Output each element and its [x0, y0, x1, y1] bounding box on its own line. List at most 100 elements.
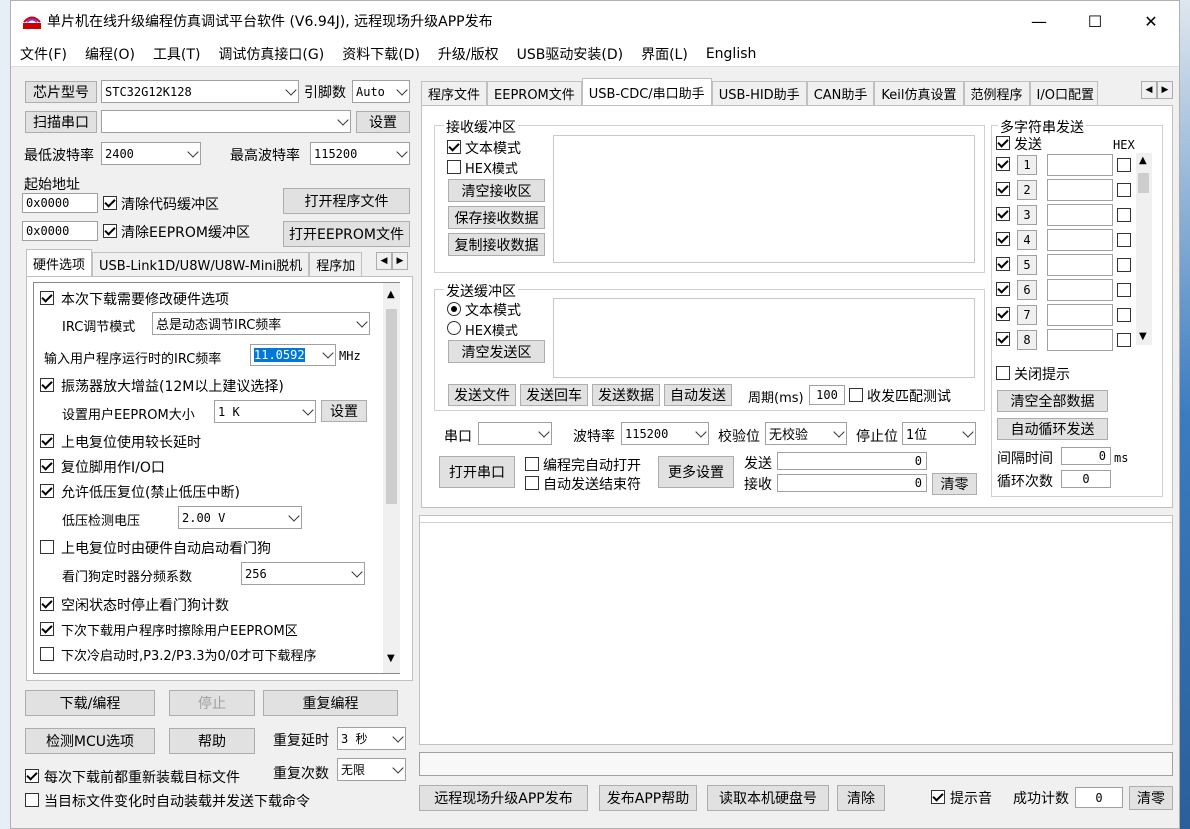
interval-input[interactable]: 0 — [1061, 447, 1111, 465]
multi-row-checkbox[interactable] — [996, 307, 1010, 321]
multi-row-input[interactable] — [1047, 204, 1113, 226]
publish-help-button[interactable]: 发布APP帮助 — [599, 785, 697, 811]
tab-left-arrow-icon[interactable]: ◀ — [1141, 81, 1157, 99]
stop-bits-select[interactable]: 1位 — [902, 422, 976, 445]
options-scrollbar[interactable]: ▲ ▼ — [383, 283, 400, 673]
baud-select[interactable]: 115200 — [621, 422, 709, 445]
eeprom-set-button[interactable]: 设置 — [321, 400, 367, 422]
scroll-down-icon[interactable]: ▼ — [1139, 331, 1147, 342]
menu-debug[interactable]: 调试仿真接口(G) — [209, 44, 333, 64]
multi-row-hex-checkbox[interactable] — [1117, 258, 1131, 272]
menu-file[interactable]: 文件(F) — [11, 44, 76, 64]
multi-row-checkbox[interactable] — [996, 282, 1010, 296]
multi-row-checkbox[interactable] — [996, 207, 1010, 221]
auto-open-checkbox[interactable] — [525, 457, 539, 471]
addr1-input[interactable]: 0x0000 — [22, 193, 98, 213]
open-port-button[interactable]: 打开串口 — [439, 456, 515, 488]
addr2-input[interactable]: 0x0000 — [22, 221, 98, 241]
auto-send-button[interactable]: 自动发送 — [664, 384, 732, 406]
opt7-checkbox[interactable] — [40, 597, 54, 611]
multi-row-checkbox[interactable] — [996, 332, 1010, 346]
multi-row-hex-checkbox[interactable] — [1117, 333, 1131, 347]
settings-button[interactable]: 设置 — [356, 111, 410, 133]
max-baud-select[interactable]: 115200 — [310, 142, 410, 165]
tab-examples[interactable]: 范例程序 — [963, 81, 1030, 105]
menu-usb-driver[interactable]: USB驱动安装(D) — [508, 44, 632, 64]
repeat-count-select[interactable]: 无限 — [337, 758, 406, 781]
remote-upgrade-button[interactable]: 远程现场升级APP发布 — [419, 785, 588, 811]
clear-eeprom-checkbox[interactable] — [103, 224, 117, 238]
menu-upgrade[interactable]: 升级/版权 — [429, 44, 508, 64]
tab-hardware[interactable]: 硬件选项 — [26, 249, 93, 276]
multi-row-hex-checkbox[interactable] — [1117, 233, 1131, 247]
auto-loop-button[interactable]: 自动循环发送 — [997, 418, 1108, 440]
irc-freq-select[interactable]: 11.0592 — [250, 344, 336, 366]
menu-tools[interactable]: 工具(T) — [144, 44, 209, 64]
multi-scrollbar[interactable]: ▲ ▼ — [1136, 153, 1152, 345]
send-file-button[interactable]: 发送文件 — [448, 384, 516, 406]
eeprom-size-select[interactable]: 1 K — [214, 400, 316, 423]
close-tip-checkbox[interactable] — [996, 366, 1010, 380]
minimize-button[interactable]: — — [1011, 1, 1067, 41]
close-button[interactable]: ✕ — [1123, 1, 1179, 41]
opt3-checkbox[interactable] — [40, 434, 54, 448]
tab-io-config[interactable]: I/O口配置 — [1029, 81, 1098, 105]
opt5-checkbox[interactable] — [40, 484, 54, 498]
read-disk-button[interactable]: 读取本机硬盘号 — [707, 785, 829, 811]
tab-serial-assistant[interactable]: USB-CDC/串口助手 — [581, 78, 712, 105]
send-data-button[interactable]: 发送数据 — [592, 384, 660, 406]
save-recv-button[interactable]: 保存接收数据 — [448, 206, 545, 229]
more-settings-button[interactable]: 更多设置 — [658, 456, 734, 488]
clear-counts-button[interactable]: 清零 — [932, 473, 977, 495]
copy-recv-button[interactable]: 复制接收数据 — [448, 233, 545, 256]
auto-load-checkbox[interactable] — [25, 793, 39, 807]
send-text-mode-radio[interactable] — [447, 302, 461, 316]
multi-row-hex-checkbox[interactable] — [1117, 308, 1131, 322]
clear-send-button[interactable]: 清空发送区 — [448, 340, 545, 363]
auto-close-checkbox[interactable] — [525, 476, 539, 490]
recv-textarea[interactable] — [553, 135, 975, 263]
port-select[interactable] — [101, 110, 351, 133]
reload-checkbox[interactable] — [25, 769, 39, 783]
multi-row-input[interactable] — [1047, 279, 1113, 301]
tab-keil[interactable]: Keil仿真设置 — [874, 81, 964, 105]
tab-can[interactable]: CAN助手 — [806, 81, 875, 105]
multi-row-checkbox[interactable] — [996, 182, 1010, 196]
tab-program-file[interactable]: 程序文件 — [421, 81, 488, 105]
multi-row-send-button[interactable]: 3 — [1017, 205, 1037, 225]
multi-row-send-button[interactable]: 6 — [1017, 280, 1037, 300]
opt1-checkbox[interactable] — [40, 291, 54, 305]
clear-code-checkbox[interactable] — [103, 196, 117, 210]
multi-row-send-button[interactable]: 2 — [1017, 180, 1037, 200]
chip-type-button[interactable]: 芯片型号 — [25, 81, 97, 103]
opt2-checkbox[interactable] — [40, 378, 54, 392]
send-hex-mode-radio[interactable] — [447, 321, 461, 335]
menu-download[interactable]: 资料下载(D) — [333, 44, 429, 64]
pins-select[interactable]: Auto — [352, 80, 410, 103]
period-input[interactable]: 100 — [809, 385, 845, 405]
tab-usb-hid[interactable]: USB-HID助手 — [711, 81, 807, 105]
parity-select[interactable]: 无校验 — [765, 422, 847, 445]
multi-row-hex-checkbox[interactable] — [1117, 158, 1131, 172]
scroll-up-icon[interactable]: ▲ — [387, 289, 395, 300]
multi-row-send-button[interactable]: 5 — [1017, 255, 1037, 275]
multi-row-send-button[interactable]: 7 — [1017, 305, 1037, 325]
download-button[interactable]: 下载/编程 — [25, 690, 155, 716]
opt8-checkbox[interactable] — [40, 622, 54, 636]
reset-count-button[interactable]: 清零 — [1129, 786, 1173, 810]
opt4-checkbox[interactable] — [40, 459, 54, 473]
multi-row-hex-checkbox[interactable] — [1117, 183, 1131, 197]
clear-recv-button[interactable]: 清空接收区 — [448, 179, 545, 202]
scan-port-button[interactable]: 扫描串口 — [25, 111, 97, 133]
multi-row-send-button[interactable]: 8 — [1017, 330, 1037, 350]
multi-send-checkbox[interactable] — [996, 136, 1010, 150]
tab-right-arrow-icon[interactable]: ▶ — [392, 252, 408, 270]
repeat-delay-select[interactable]: 3 秒 — [337, 727, 406, 750]
min-baud-select[interactable]: 2400 — [101, 142, 201, 165]
reprogram-button[interactable]: 重复编程 — [263, 690, 398, 716]
scroll-thumb[interactable] — [1138, 173, 1149, 193]
send-cr-button[interactable]: 发送回车 — [520, 384, 588, 406]
serial-port-select[interactable] — [478, 422, 552, 445]
tab-left-arrow-icon[interactable]: ◀ — [376, 252, 392, 270]
detect-mcu-button[interactable]: 检测MCU选项 — [25, 728, 155, 754]
